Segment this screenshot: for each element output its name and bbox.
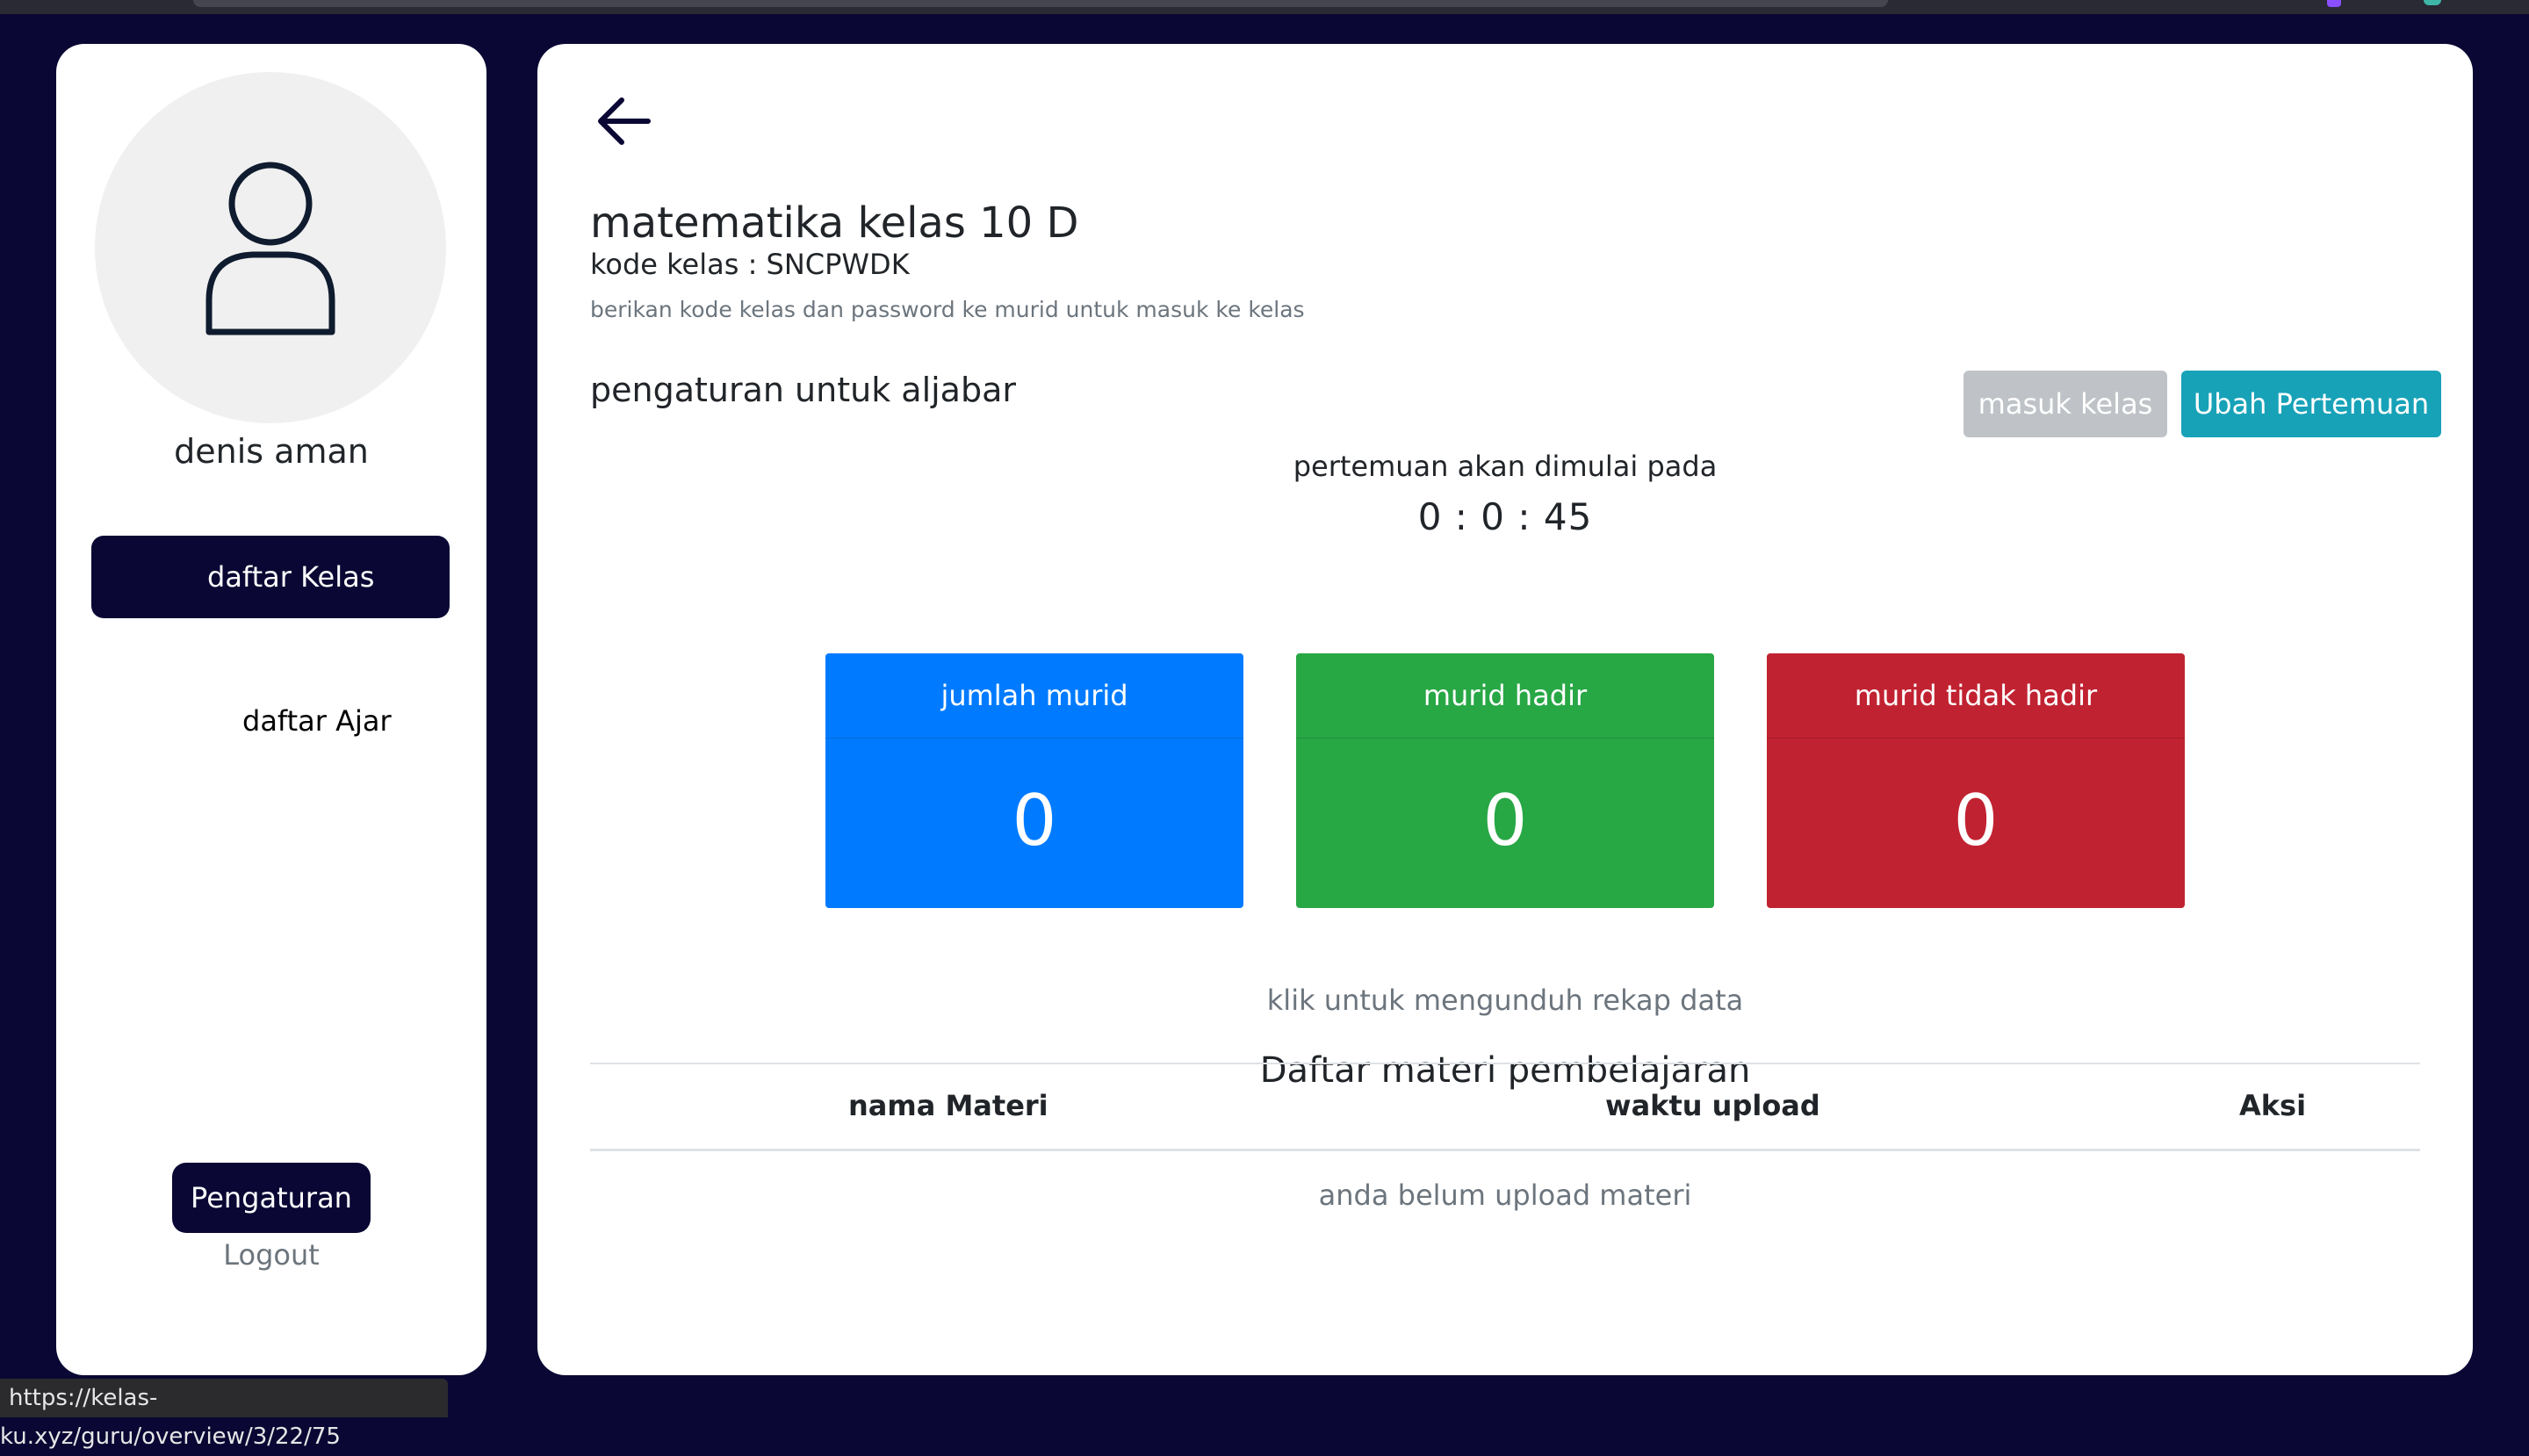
table-header-divider [590,1149,2420,1151]
profile-icon[interactable] [2424,0,2441,5]
change-meeting-button[interactable]: Ubah Pertemuan [2181,371,2441,437]
stat-card-total-students[interactable]: jumlah murid 0 [825,653,1243,908]
column-header-material-name: nama Materi [848,1089,1048,1122]
back-button[interactable] [597,95,652,151]
table-empty-message: anda belum upload materi [1318,1178,1692,1212]
countdown-timer: 0 : 0 : 45 [1417,495,1593,538]
column-header-action: Aksi [2239,1089,2307,1122]
settings-heading: pengaturan untuk aljabar [590,371,1017,409]
materials-title: Daftar materi pembelajaran [1259,1050,1751,1091]
class-title: matematika kelas 10 D [590,198,1079,248]
class-code: kode kelas : SNCPWDK [590,248,910,281]
stat-card-label: jumlah murid [825,653,1243,739]
settings-button[interactable]: Pengaturan [172,1163,371,1233]
stat-card-value: 0 [1953,780,1999,861]
extension-icon[interactable] [2327,0,2341,7]
nav-item-daftar-ajar[interactable]: daftar Ajar [91,680,450,762]
stat-card-value: 0 [1482,780,1528,861]
meeting-start-label: pertemuan akan dimulai pada [1293,450,1718,483]
arrow-left-icon [598,97,651,145]
browser-address-bar[interactable] [193,0,1888,7]
main-panel: matematika kelas 10 D kode kelas : SNCPW… [537,44,2473,1375]
browser-top-bar [0,0,2529,14]
stat-card-label: murid tidak hadir [1767,653,2185,739]
stat-card-present[interactable]: murid hadir 0 [1296,653,1714,908]
column-header-upload-time: waktu upload [1605,1089,1820,1122]
logout-link[interactable]: Logout [56,1238,486,1272]
download-recap-link[interactable]: klik untuk mengunduh rekap data [537,984,2473,1017]
avatar [95,72,446,423]
enter-class-button[interactable]: masuk kelas [1963,371,2167,437]
stat-card-absent[interactable]: murid tidak hadir 0 [1767,653,2185,908]
nav-item-daftar-kelas[interactable]: daftar Kelas [91,536,450,618]
status-bar-url: https://kelas-ku.xyz/guru/overview/3/22/… [0,1379,448,1450]
user-name: denis aman [174,432,369,471]
user-avatar-icon [205,162,335,335]
stat-card-value: 0 [1012,780,1057,861]
stat-card-label: murid hadir [1296,653,1714,739]
sidebar: denis aman daftar Kelas daftar Ajar Peng… [56,44,486,1375]
table-divider [590,1063,2420,1064]
class-hint: berikan kode kelas dan password ke murid… [590,297,1305,322]
